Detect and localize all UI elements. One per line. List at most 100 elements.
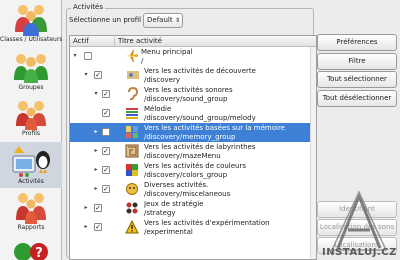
preferences-button[interactable]: Préférences — [317, 34, 397, 51]
row-path: /discovery/miscelaneous — [144, 189, 231, 198]
sidebar: Classes / Utilisateurs Groupes Profils A… — [0, 0, 62, 260]
tree-row-partial[interactable] — [70, 237, 316, 249]
row-text: Mélodie /discovery/sound_group/melody — [144, 105, 316, 122]
expander-down-icon[interactable]: ▾ — [92, 90, 100, 98]
nav-groups[interactable]: Groupes — [0, 50, 62, 96]
expander-right-icon[interactable]: ▸ — [92, 166, 100, 174]
active-checkbox[interactable]: ✓ — [94, 223, 102, 231]
row-path: /discovery/colors_group — [144, 170, 228, 179]
nav-label: Groupes — [18, 84, 44, 91]
discovery-icon — [127, 71, 139, 79]
expander-right-icon[interactable]: ▸ — [92, 185, 100, 193]
tree-row[interactable]: ▸ ✓ Jeux de stratégie /strategy — [70, 199, 316, 218]
active-checkbox[interactable]: ✓ — [102, 109, 110, 117]
tree-row[interactable]: ▸ ✓ Vers les activités de labyrinthes /d… — [70, 142, 316, 161]
active-checkbox[interactable]: ✓ — [102, 166, 110, 174]
expander-right-icon[interactable]: ▸ — [92, 147, 100, 155]
row-text: Jeux de stratégie /strategy — [144, 200, 316, 217]
ear-icon — [128, 87, 139, 101]
colors-icon — [126, 164, 138, 176]
nav-profiles[interactable]: Profils — [0, 98, 62, 140]
activities-icon — [12, 146, 50, 177]
active-checkbox[interactable]: ✓ — [102, 147, 110, 155]
row-path: /discovery/sound_group — [144, 94, 228, 103]
groups-icon — [14, 54, 48, 83]
nav-label: Classes / Utilisateurs — [0, 36, 63, 43]
active-checkbox[interactable]: ✓ — [102, 90, 110, 98]
tree-row[interactable]: ✓ Mélodie /discovery/sound_group/melody — [70, 104, 316, 123]
row-title: Jeux de stratégie — [144, 200, 204, 208]
memory-cards-icon — [126, 126, 138, 138]
expander-down-icon[interactable]: ▾ — [82, 71, 90, 79]
column-header-title[interactable]: Titre activité — [118, 37, 162, 46]
row-path: /discovery/memory_group — [144, 132, 236, 141]
strategy-icon — [126, 202, 138, 214]
maze-icon — [125, 144, 139, 158]
expander-right-icon[interactable]: ▸ — [82, 204, 90, 212]
profile-select[interactable]: Default ⇕ — [143, 13, 183, 28]
row-title: Vers les activités de labyrinthes — [144, 143, 256, 151]
group-title: Activités — [71, 3, 105, 11]
reports-icon — [16, 193, 46, 224]
activities-tree[interactable]: Actif Titre activité ▾ Menu principal / … — [69, 35, 317, 260]
row-path: / — [141, 56, 144, 65]
active-checkbox[interactable]: ✓ — [102, 185, 110, 193]
active-checkbox[interactable] — [102, 128, 110, 136]
row-title: Vers les activités sonores — [144, 86, 233, 94]
row-title: Vers les activités basées sur la mémoire — [144, 124, 285, 132]
nav-help[interactable]: ? — [0, 238, 62, 260]
help-icon: ? — [14, 243, 48, 260]
tree-header: Actif Titre activité — [70, 36, 316, 47]
row-text: Vers les activités de couleurs /discover… — [144, 162, 316, 179]
row-path: /discovery/sound_group/melody — [144, 113, 256, 122]
row-path: /strategy — [144, 208, 176, 217]
row-text: Vers les activités de labyrinthes /disco… — [144, 143, 316, 160]
tree-scrollbar[interactable] — [310, 47, 316, 259]
expander-down-icon[interactable]: ▾ — [71, 52, 79, 60]
watermark-text: INSTALUJ.CZ — [322, 247, 397, 258]
profile-label: Sélectionne un profil : — [69, 16, 146, 24]
deselect-all-button[interactable]: Tout désélectionner — [317, 90, 397, 107]
warning-icon — [125, 220, 139, 234]
expander-right-icon[interactable]: ▸ — [82, 223, 90, 231]
row-title: Diverses activités. — [144, 181, 209, 189]
row-text: Diverses activités. /discovery/miscelane… — [144, 181, 316, 198]
nav-activities[interactable]: Activités — [0, 142, 62, 188]
updown-arrows-icon: ⇕ — [174, 17, 180, 24]
row-text: Vers les activités d'expérimentation /ex… — [144, 219, 316, 236]
select-all-button[interactable]: Tout sélectionner — [317, 71, 397, 88]
row-text: Menu principal / — [141, 48, 313, 65]
users-group-icon — [15, 5, 47, 36]
row-path: /discovery/mazeMenu — [144, 151, 221, 160]
nav-label: Profils — [21, 130, 41, 137]
tree-row-selected[interactable]: ▸ Vers les activités basées sur la mémoi… — [70, 123, 316, 142]
tree-row[interactable]: ▾ ✓ Vers les activités sonores /discover… — [70, 85, 316, 104]
svg-text:?: ? — [35, 246, 43, 260]
expander-right-icon[interactable]: ▸ — [92, 128, 100, 136]
active-checkbox[interactable] — [84, 52, 92, 60]
nav-label: Rapports — [17, 224, 45, 231]
active-checkbox[interactable]: ✓ — [94, 71, 102, 79]
row-path: /discovery — [144, 75, 180, 84]
misc-icon — [126, 183, 138, 195]
nav-classes-users[interactable]: Classes / Utilisateurs — [0, 2, 62, 48]
nav-label: Activités — [18, 178, 44, 185]
row-text: Vers les activités de découverte /discov… — [144, 67, 316, 84]
tree-row[interactable]: ▸ ✓ Vers les activités d'expérimentation… — [70, 218, 316, 237]
filter-button[interactable]: Filtre — [317, 53, 397, 70]
row-text: Vers les activités sonores /discovery/so… — [144, 86, 316, 103]
profiles-icon — [16, 101, 46, 130]
tree-row[interactable]: ▸ ✓ Diverses activités. /discovery/misce… — [70, 180, 316, 199]
row-title: Vers les activités de découverte — [144, 67, 256, 75]
column-header-active[interactable]: Actif — [73, 37, 89, 46]
row-title: Vers les activités d'expérimentation — [144, 219, 270, 227]
active-checkbox[interactable]: ✓ — [94, 204, 102, 212]
row-path: /experimental — [144, 227, 193, 236]
airplane-icon — [126, 50, 138, 62]
profile-select-value: Default — [147, 16, 173, 24]
tree-row[interactable]: ▸ ✓ Vers les activités de couleurs /disc… — [70, 161, 316, 180]
nav-reports[interactable]: Rapports — [0, 190, 62, 234]
tree-row[interactable]: ▾ Menu principal / — [70, 47, 316, 66]
tree-row[interactable]: ▾ ✓ Vers les activités de découverte /di… — [70, 66, 316, 85]
row-text: Vers les activités basées sur la mémoire… — [144, 124, 316, 141]
